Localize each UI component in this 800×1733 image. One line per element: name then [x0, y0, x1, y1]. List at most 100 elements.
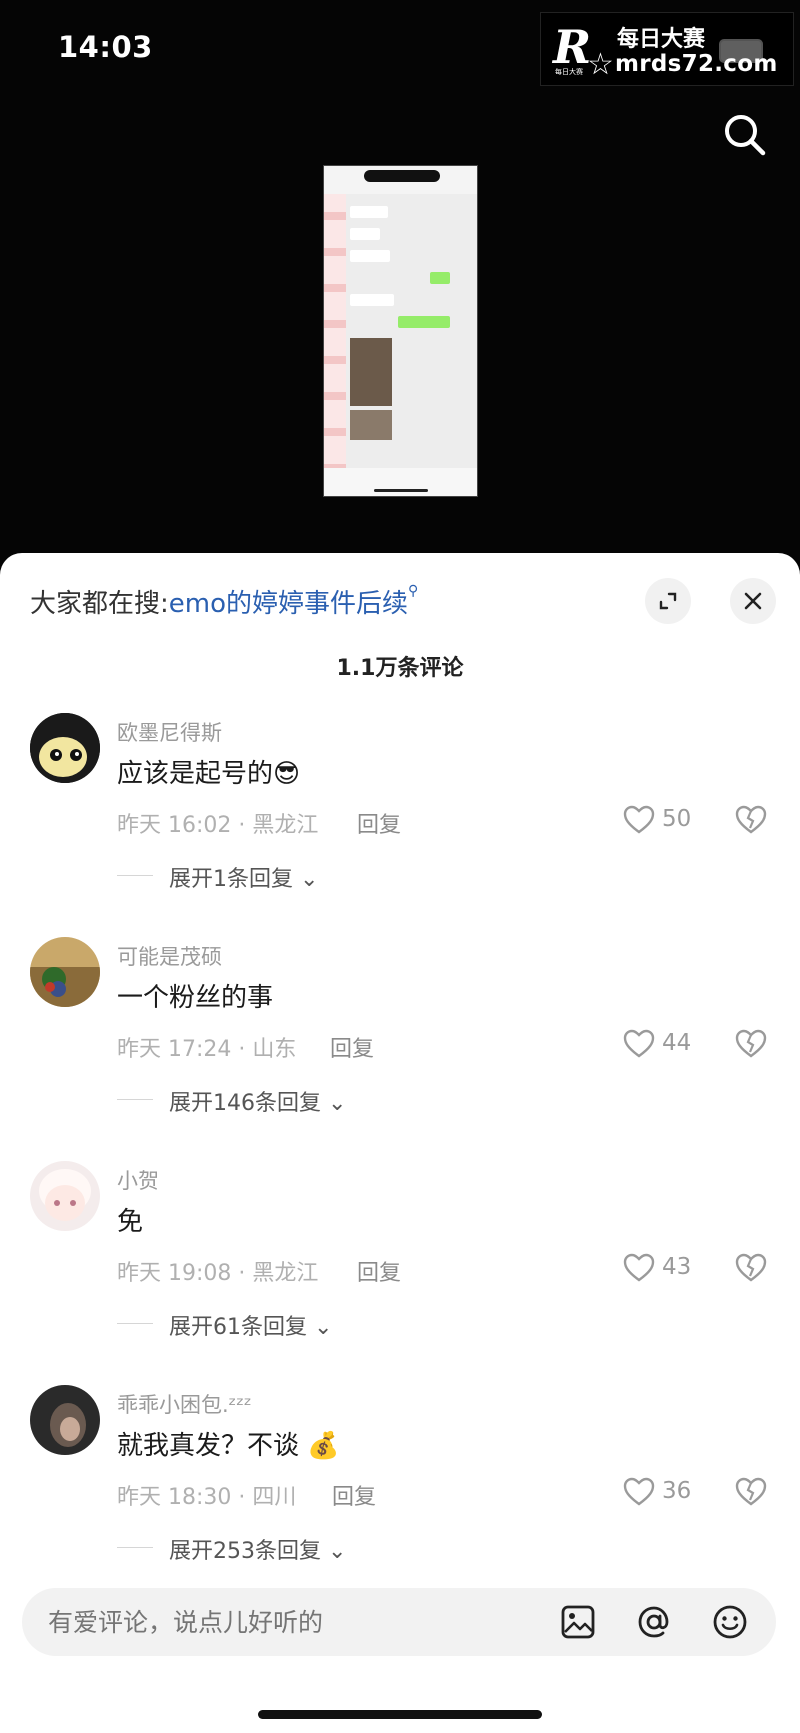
- comment-author[interactable]: 欧墨尼得斯: [117, 717, 222, 747]
- expand-button[interactable]: [645, 578, 691, 624]
- mini-bubble: [350, 250, 390, 262]
- search-suggestion[interactable]: 大家都在搜:emo的婷婷事件后续⚲: [30, 583, 418, 620]
- comment-author[interactable]: 可能是茂硕: [117, 941, 222, 971]
- search-button[interactable]: [720, 110, 770, 160]
- avatar[interactable]: [30, 1385, 100, 1455]
- mini-bubble: [398, 316, 450, 328]
- comment-meta: 昨天 18:30 · 四川: [117, 1485, 297, 1510]
- reply-button[interactable]: 回复: [332, 1479, 376, 1511]
- reply-button[interactable]: 回复: [357, 807, 401, 839]
- heart-icon: [623, 1029, 655, 1058]
- mini-bubble: [350, 228, 380, 240]
- like-count: 43: [662, 1254, 692, 1280]
- at-icon: [638, 1606, 669, 1638]
- mini-wallpaper-strip: [324, 194, 346, 474]
- comment-sheet: 大家都在搜:emo的婷婷事件后续⚲ 1.1万条评论 欧墨尼得斯 应该是起号的😎: [0, 553, 800, 1733]
- reply-button[interactable]: 回复: [330, 1031, 374, 1063]
- expand-replies-label: 展开146条回复 ⌄: [169, 1091, 347, 1116]
- comment-meta: 昨天 16:02 · 黑龙江: [117, 813, 319, 838]
- emoji-button[interactable]: [710, 1602, 750, 1642]
- like-count: 50: [662, 806, 692, 832]
- expand-icon: [659, 592, 677, 610]
- image-icon: [561, 1605, 595, 1639]
- mini-photo: [350, 410, 392, 440]
- avatar-image: [30, 937, 100, 1007]
- emoji-icon: [713, 1605, 747, 1639]
- mini-home-indicator: [374, 489, 428, 492]
- star-icon: ☆: [587, 47, 614, 82]
- search-small-icon: ⚲: [408, 583, 419, 599]
- comment-author[interactable]: 小贺: [117, 1165, 159, 1195]
- mini-bubble: [350, 294, 394, 306]
- broken-heart-icon: [735, 805, 767, 834]
- like-button[interactable]: 36: [622, 1473, 732, 1513]
- comment-item: 可能是茂硕 一个粉丝的事 昨天 17:24 · 山东 回复 44 展开146条回…: [0, 937, 800, 1137]
- like-button[interactable]: 43: [622, 1249, 732, 1289]
- expand-replies-label: 展开253条回复 ⌄: [169, 1539, 347, 1564]
- dislike-button[interactable]: [734, 1473, 770, 1513]
- broken-heart-icon: [735, 1029, 767, 1058]
- reply-button[interactable]: 回复: [357, 1255, 401, 1287]
- video-frame[interactable]: [323, 165, 478, 497]
- home-indicator[interactable]: [258, 1710, 542, 1719]
- heart-icon: [623, 1477, 655, 1506]
- comment-author[interactable]: 乖乖小困包.ᶻᶻᶻ: [117, 1389, 252, 1419]
- status-time: 14:03: [58, 30, 153, 64]
- search-icon: [725, 115, 766, 156]
- comment-text: 应该是起号的😎: [117, 759, 301, 789]
- watermark-letter: R: [553, 20, 592, 74]
- expand-replies-label: 展开1条回复 ⌄: [169, 867, 319, 892]
- like-button[interactable]: 50: [622, 801, 732, 841]
- heart-icon: [623, 1253, 655, 1282]
- chevron-down-icon: ⌄: [300, 867, 319, 892]
- broken-heart-icon: [735, 1477, 767, 1506]
- avatar-image: [30, 1161, 100, 1231]
- close-icon: [744, 592, 762, 610]
- heart-icon: [623, 805, 655, 834]
- divider: [117, 875, 153, 876]
- watermark-logo: R ☆ 每日大赛 每日大赛 mrds72.com: [540, 12, 794, 86]
- close-button[interactable]: [730, 578, 776, 624]
- avatar[interactable]: [30, 1161, 100, 1231]
- comment-count: 1.1万条评论: [336, 656, 464, 681]
- avatar[interactable]: [30, 937, 100, 1007]
- comment-text: 就我真发？不谈 💰: [117, 1431, 340, 1461]
- comment-item: 欧墨尼得斯 应该是起号的😎 昨天 16:02 · 黑龙江 回复 50 展开1条回…: [0, 713, 800, 913]
- watermark-sub: 每日大赛: [555, 68, 583, 76]
- dislike-button[interactable]: [734, 801, 770, 841]
- divider: [117, 1547, 153, 1548]
- avatar-image: [30, 1385, 100, 1455]
- chevron-down-icon: ⌄: [314, 1315, 333, 1340]
- mini-bubble: [350, 206, 388, 218]
- comment-meta: 昨天 19:08 · 黑龙江: [117, 1261, 319, 1286]
- mini-bubble: [430, 272, 450, 284]
- dislike-button[interactable]: [734, 1025, 770, 1065]
- avatar[interactable]: [30, 713, 100, 783]
- comment-text: 免: [117, 1207, 144, 1237]
- comment-input[interactable]: [46, 1607, 530, 1638]
- comment-text: 一个粉丝的事: [117, 983, 274, 1013]
- like-count: 36: [662, 1478, 692, 1504]
- comment-input-bar: [22, 1588, 776, 1656]
- comment-item: 小贺 免 昨天 19:08 · 黑龙江 回复 43 展开61条回复 ⌄: [0, 1161, 800, 1361]
- mini-dynamic-island: [364, 170, 440, 182]
- image-button[interactable]: [558, 1602, 598, 1642]
- comment-meta: 昨天 17:24 · 山东: [117, 1037, 297, 1062]
- like-count: 44: [662, 1030, 692, 1056]
- chevron-down-icon: ⌄: [328, 1091, 347, 1116]
- broken-heart-icon: [735, 1253, 767, 1282]
- watermark-url: mrds72.com: [615, 51, 778, 77]
- search-suggestion-keyword[interactable]: emo的婷婷事件后续: [169, 589, 408, 619]
- avatar-image: [30, 713, 100, 783]
- expand-replies-label: 展开61条回复 ⌄: [169, 1315, 333, 1340]
- chevron-down-icon: ⌄: [328, 1539, 347, 1564]
- watermark-title: 每日大赛: [617, 27, 706, 52]
- dislike-button[interactable]: [734, 1249, 770, 1289]
- search-suggestion-prefix: 大家都在搜:: [30, 589, 169, 619]
- divider: [117, 1099, 153, 1100]
- divider: [117, 1323, 153, 1324]
- comment-item: 乖乖小困包.ᶻᶻᶻ 就我真发？不谈 💰 昨天 18:30 · 四川 回复 36 …: [0, 1385, 800, 1585]
- mini-photo: [350, 338, 392, 406]
- mention-button[interactable]: [634, 1602, 674, 1642]
- like-button[interactable]: 44: [622, 1025, 732, 1065]
